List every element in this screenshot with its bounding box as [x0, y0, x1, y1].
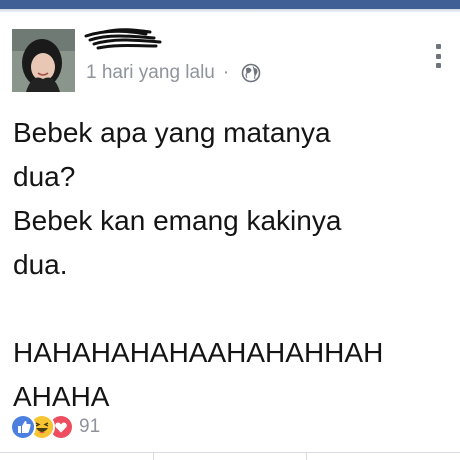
- avatar[interactable]: [12, 29, 75, 92]
- like-icon: [10, 414, 36, 440]
- meta-separator: ·: [222, 62, 230, 83]
- globe-icon[interactable]: [241, 63, 261, 83]
- action-bar-divider: [0, 452, 460, 453]
- reaction-count: 91: [79, 416, 101, 437]
- post-text: Bebek apa yang matanya dua? Bebek kan em…: [13, 117, 384, 412]
- redacted-name-scribble: [84, 28, 162, 50]
- app-top-bar: [0, 0, 460, 9]
- menu-dot: [435, 44, 441, 49]
- action-divider: [306, 452, 307, 460]
- action-divider: [153, 452, 154, 460]
- more-vertical-icon[interactable]: [434, 44, 442, 68]
- post-meta: 1 hari yang lalu ·: [86, 60, 261, 86]
- menu-dot: [435, 63, 441, 68]
- menu-dot: [435, 53, 441, 59]
- reactions-summary[interactable]: 91: [10, 412, 100, 442]
- post-timestamp[interactable]: 1 hari yang lalu: [86, 62, 215, 84]
- top-bar-shadow: [0, 9, 460, 13]
